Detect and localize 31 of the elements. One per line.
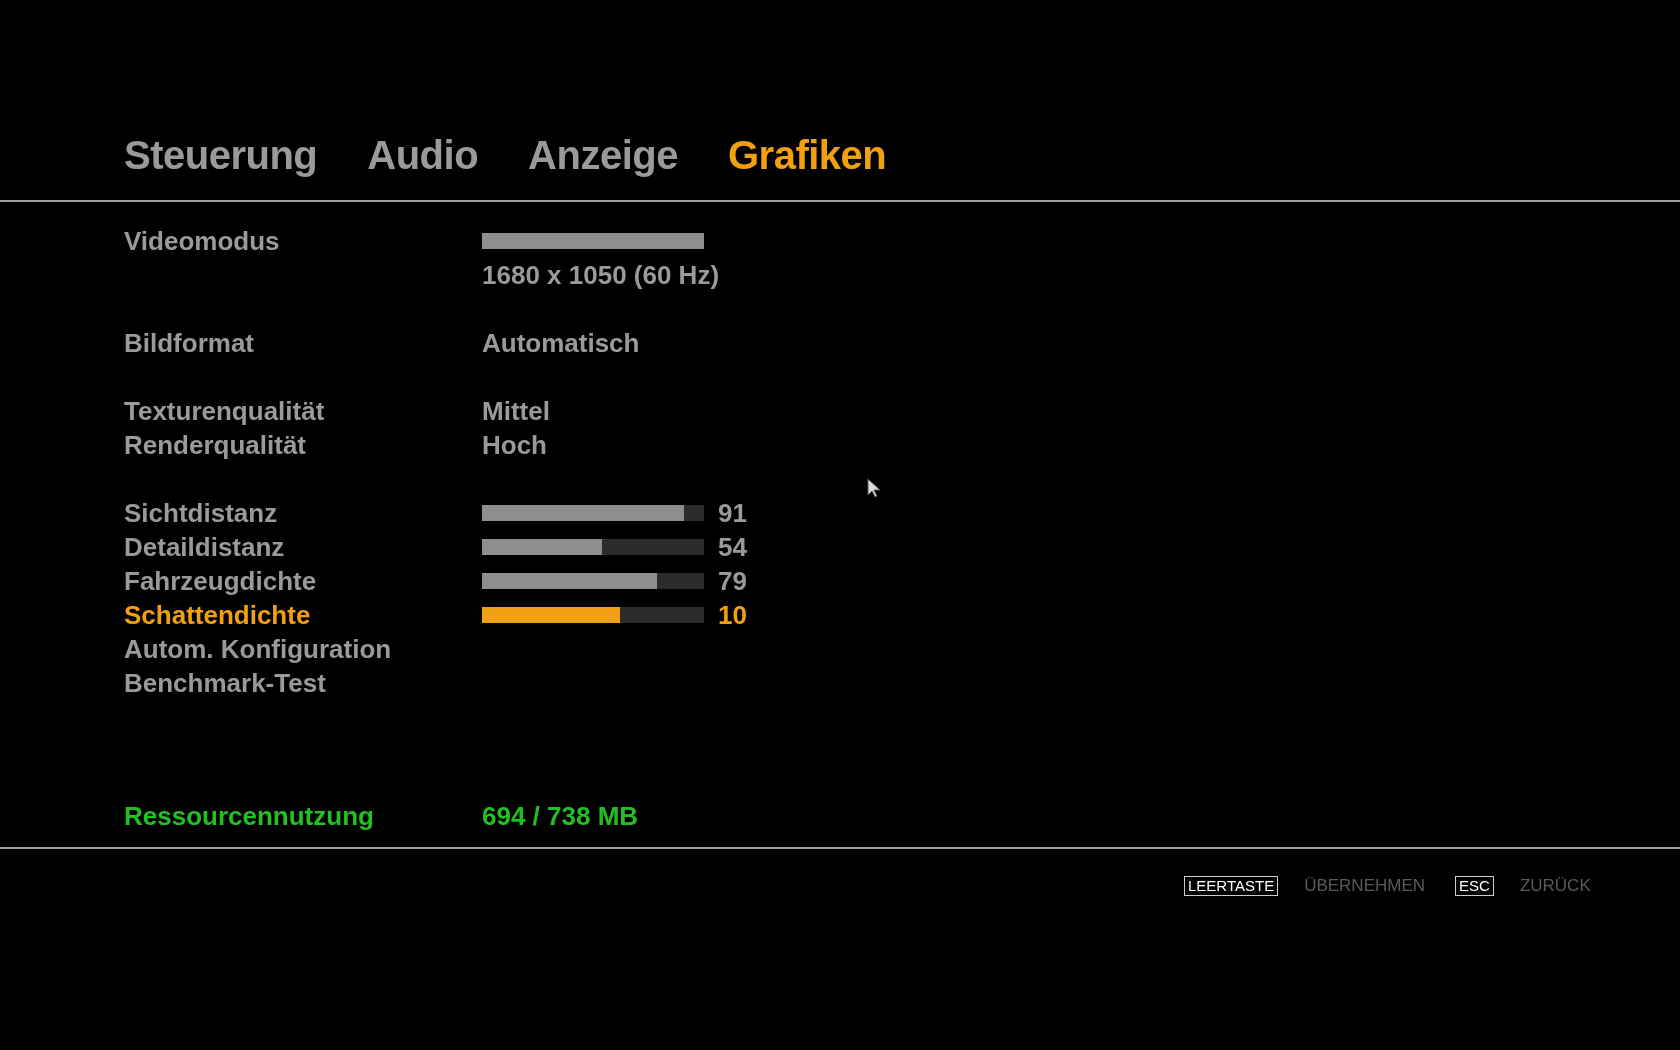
setting-label[interactable]: Benchmark-Test [124,666,482,700]
tab[interactable]: Grafiken [727,130,887,180]
setting-label[interactable]: Autom. Konfiguration [124,632,482,666]
tab[interactable]: Anzeige [528,130,678,180]
key-badge: ESC [1455,876,1494,896]
slider-value: 79 [718,565,747,598]
resource-value: 694 / 738 MB [482,800,639,833]
setting-label[interactable]: Texturenqualität [124,394,482,428]
key-badge: LEERTASTE [1184,876,1279,896]
setting-label[interactable]: Schattendichte [124,598,482,632]
setting-value: Mittel [482,395,550,428]
slider-value: 10 [718,599,747,632]
slider-track[interactable] [482,607,704,623]
setting-value: 1680 x 1050 (60 Hz) [482,259,720,292]
setting-label[interactable]: Detaildistanz [124,530,482,564]
setting-label[interactable]: Renderqualität [124,428,482,462]
resource-label: Ressourcennutzung [124,800,375,833]
setting-label[interactable]: Fahrzeugdichte [124,564,482,598]
slider-fill[interactable] [482,233,704,249]
mouse-pointer-icon [867,478,881,498]
setting-label[interactable]: Bildformat [124,326,482,360]
slider-value: 91 [718,497,747,530]
slider-track[interactable] [482,573,704,589]
setting-label[interactable]: Videomodus [124,224,482,258]
slider-track[interactable] [482,539,704,555]
setting-label[interactable]: Sichtdistanz [124,496,482,530]
tab[interactable]: Audio [367,130,479,180]
tab[interactable]: Steuerung [124,130,318,180]
setting-value: Automatisch [482,327,640,360]
slider-value: 54 [718,531,747,564]
setting-value: Hoch [482,429,547,462]
